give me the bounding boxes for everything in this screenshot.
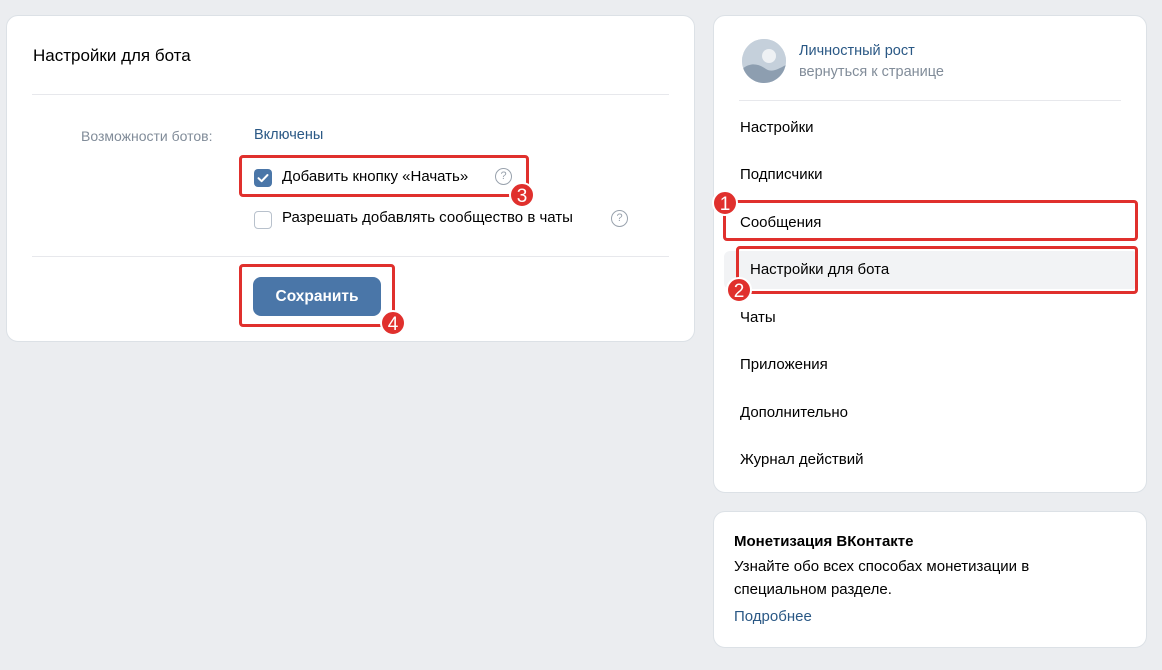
sidebar-item-settings[interactable]: Настройки (724, 109, 1138, 147)
sidebar-item-messages[interactable]: Сообщения (724, 204, 1138, 242)
start-button-label[interactable]: Добавить кнопку «Начать» (282, 168, 468, 185)
sidebar-item-advanced[interactable]: Дополнительно (724, 394, 1138, 432)
promo-title: Монетизация ВКонтакте (734, 533, 914, 550)
save-button[interactable]: Сохранить (253, 277, 381, 316)
bots-capabilities-label: Возможности ботов: (81, 128, 213, 144)
image-placeholder-icon (742, 39, 786, 83)
allow-chats-checkbox[interactable] (254, 211, 272, 229)
group-name-link[interactable]: Личностный рост (799, 43, 915, 59)
step-badge-4: 4 (380, 310, 406, 336)
page-title: Настройки для бота (33, 46, 191, 65)
bot-settings-panel: Настройки для бота Возможности ботов: Вк… (6, 15, 695, 342)
sidebar-item-action-log[interactable]: Журнал действий (724, 441, 1138, 479)
step-badge-1: 1 (712, 190, 738, 216)
checkmark-icon (257, 174, 269, 183)
help-icon[interactable]: ? (611, 210, 628, 227)
promo-more-link[interactable]: Подробнее (734, 608, 812, 625)
bots-capabilities-value[interactable]: Включены (254, 127, 323, 143)
sidebar-item-apps[interactable]: Приложения (724, 346, 1138, 384)
start-button-checkbox[interactable] (254, 169, 272, 187)
step-badge-3: 3 (509, 182, 535, 208)
sidebar: Личностный рост вернуться к странице Нас… (712, 15, 1147, 493)
divider (32, 256, 669, 257)
step-badge-2: 2 (726, 277, 752, 303)
divider (32, 94, 669, 95)
back-to-page-link[interactable]: вернуться к странице (799, 64, 944, 80)
sidebar-item-subscribers[interactable]: Подписчики (724, 156, 1138, 194)
help-icon[interactable]: ? (495, 168, 512, 185)
allow-chats-label[interactable]: Разрешать добавлять сообщество в чаты (282, 209, 573, 226)
divider (739, 100, 1121, 101)
promo-text: Узнайте обо всех способах монетизации в … (734, 558, 1030, 598)
sidebar-item-bot-settings[interactable]: Настройки для бота (724, 251, 1138, 289)
sidebar-item-chats[interactable]: Чаты (724, 299, 1138, 337)
avatar[interactable] (742, 39, 786, 83)
monetization-card: Монетизация ВКонтакте Узнайте обо всех с… (713, 511, 1147, 648)
